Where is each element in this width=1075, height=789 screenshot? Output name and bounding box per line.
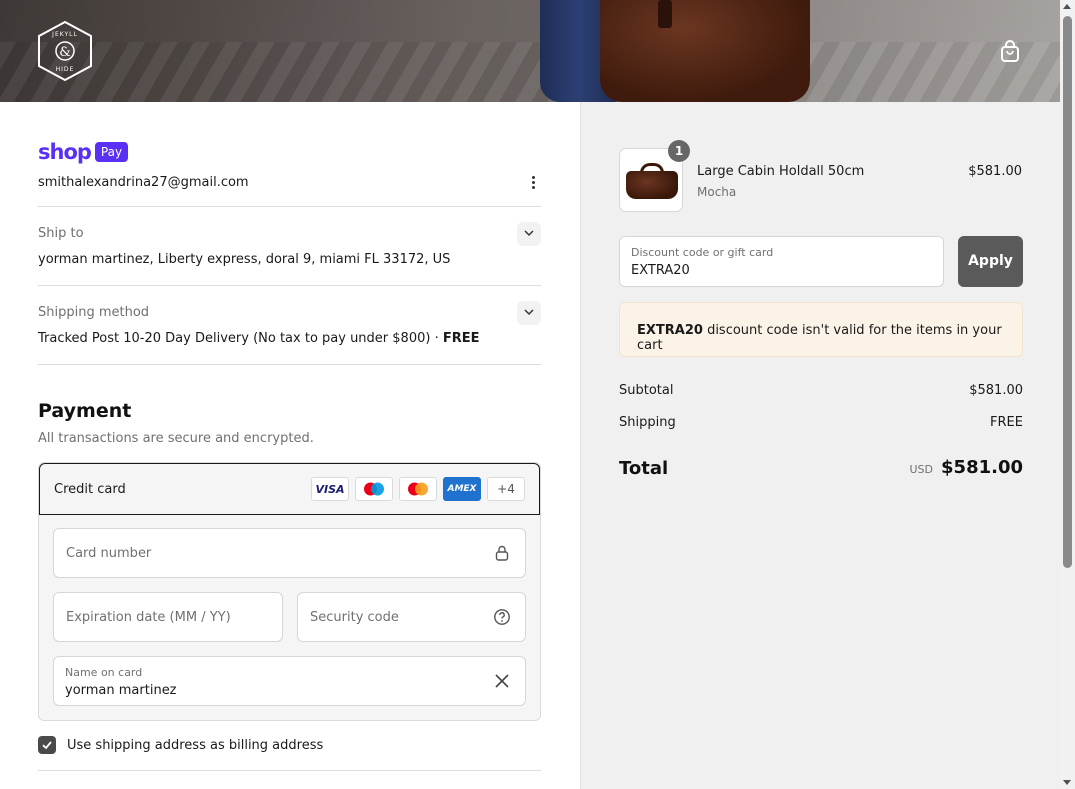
- expiration-placeholder: Expiration date (MM / YY): [66, 610, 231, 625]
- divider: [38, 206, 541, 207]
- shipping-row: Shipping FREE: [619, 415, 1023, 430]
- product-price: $581.00: [968, 164, 1022, 179]
- maestro-icon: [355, 477, 393, 501]
- order-summary: 1 Large Cabin Holdall 50cm Mocha $581.00…: [580, 102, 1060, 789]
- shipping-value: FREE: [990, 415, 1023, 430]
- scroll-down-arrow-icon[interactable]: [1063, 780, 1071, 785]
- shipping-label: Shipping: [619, 415, 676, 430]
- card-number-field[interactable]: Card number: [53, 528, 526, 578]
- credit-card-option[interactable]: Credit card VISA AMEX +4: [39, 463, 540, 515]
- total-row: Total USD $581.00: [619, 457, 1023, 479]
- apply-discount-button[interactable]: Apply: [958, 236, 1023, 287]
- ship-to-section: Ship to yorman martinez, Liberty express…: [38, 222, 541, 267]
- shipping-method-value: Tracked Post 10-20 Day Delivery (No tax …: [38, 331, 480, 346]
- account-row: smithalexandrina27@gmail.com: [38, 174, 541, 208]
- scroll-up-arrow-icon[interactable]: [1063, 4, 1071, 9]
- chevron-down-icon: [524, 230, 534, 237]
- more-brands-badge: +4: [487, 477, 525, 501]
- svg-text:JEKYLL: JEKYLL: [51, 31, 78, 38]
- discount-code-input[interactable]: Discount code or gift card EXTRA20: [619, 236, 944, 287]
- name-on-card-field[interactable]: Name on card yorman martinez: [53, 656, 526, 706]
- billing-address-label: Use shipping address as billing address: [67, 737, 324, 753]
- divider: [38, 285, 541, 286]
- name-on-card-value: yorman martinez: [65, 683, 177, 698]
- payment-subtitle: All transactions are secure and encrypte…: [38, 431, 314, 446]
- amex-icon: AMEX: [443, 477, 481, 501]
- quantity-badge: 1: [668, 140, 690, 162]
- hero-pavement: [0, 42, 1060, 102]
- credit-card-panel: Credit card VISA AMEX +4 Card number Exp…: [38, 462, 541, 721]
- shoppay-logo: shop Pay: [38, 140, 129, 164]
- total-currency: USD: [909, 463, 934, 476]
- page-scrollbar[interactable]: [1060, 0, 1075, 789]
- divider: [38, 770, 541, 771]
- expiration-date-field[interactable]: Expiration date (MM / YY): [53, 592, 283, 642]
- security-code-placeholder: Security code: [310, 610, 399, 625]
- shoppay-shop-text: shop: [38, 140, 92, 164]
- security-code-field[interactable]: Security code: [297, 592, 526, 642]
- shipping-method-label: Shipping method: [38, 305, 150, 320]
- mastercard-icon: [399, 477, 437, 501]
- divider: [38, 364, 541, 365]
- discount-code-label: Discount code or gift card: [631, 246, 774, 259]
- discount-code-value: EXTRA20: [631, 263, 690, 278]
- product-image: [626, 171, 678, 199]
- shipping-method-section: Shipping method Tracked Post 10-20 Day D…: [38, 301, 541, 346]
- ship-to-address: yorman martinez, Liberty express, doral …: [38, 252, 451, 267]
- total-label: Total: [619, 458, 669, 479]
- visa-icon: VISA: [311, 477, 349, 501]
- shipping-method-price: FREE: [442, 331, 480, 346]
- discount-error-message: EXTRA20 discount code isn't valid for th…: [619, 302, 1023, 357]
- hero-bag-image: [600, 0, 810, 102]
- product-name: Large Cabin Holdall 50cm: [697, 164, 865, 179]
- discount-error-code: EXTRA20: [637, 323, 703, 338]
- checkout-page: & JEKYLL HIDE shop Pay smithalexandrina2…: [0, 0, 1075, 789]
- subtotal-value: $581.00: [969, 383, 1023, 398]
- subtotal-row: Subtotal $581.00: [619, 383, 1023, 398]
- product-variant: Mocha: [697, 185, 737, 199]
- credit-card-label: Credit card: [54, 482, 126, 497]
- shoppay-pay-badge: Pay: [94, 142, 129, 162]
- ship-to-label: Ship to: [38, 226, 84, 241]
- account-email: smithalexandrina27@gmail.com: [38, 175, 249, 190]
- close-icon[interactable]: [493, 672, 511, 690]
- help-icon[interactable]: [493, 608, 511, 626]
- billing-address-option: Use shipping address as billing address: [38, 736, 323, 754]
- checkmark-icon: [42, 741, 52, 750]
- more-options-icon[interactable]: [527, 174, 539, 192]
- scrollbar-thumb[interactable]: [1063, 16, 1072, 568]
- card-brands: VISA AMEX +4: [311, 477, 525, 501]
- shopping-bag-icon[interactable]: [997, 38, 1023, 64]
- hero-bag-strap: [658, 0, 672, 28]
- svg-text:&: &: [59, 45, 71, 60]
- lock-icon: [495, 545, 509, 561]
- svg-text:HIDE: HIDE: [56, 66, 75, 73]
- shipping-method-expand-button[interactable]: [517, 301, 541, 325]
- name-on-card-label: Name on card: [65, 666, 143, 679]
- chevron-down-icon: [524, 309, 534, 316]
- card-number-placeholder: Card number: [66, 546, 152, 561]
- hero-banner: & JEKYLL HIDE: [0, 0, 1060, 102]
- billing-address-checkbox[interactable]: [38, 736, 56, 754]
- brand-logo[interactable]: & JEKYLL HIDE: [36, 20, 94, 82]
- payment-title: Payment: [38, 400, 132, 422]
- total-amount: $581.00: [941, 457, 1023, 478]
- subtotal-label: Subtotal: [619, 383, 674, 398]
- ship-to-expand-button[interactable]: [517, 222, 541, 246]
